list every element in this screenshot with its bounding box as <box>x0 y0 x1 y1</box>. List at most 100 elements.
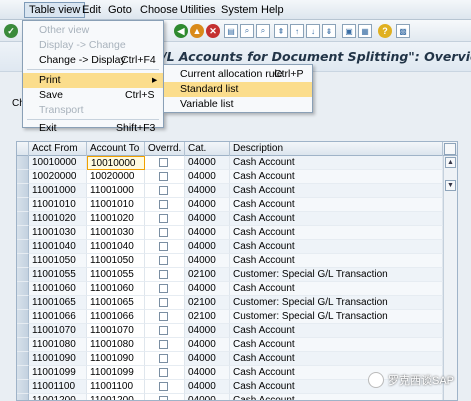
acct-from-cell[interactable]: 11001055 <box>29 268 87 282</box>
account-to-cell[interactable]: 10010000 <box>87 156 145 170</box>
table-row[interactable]: 11001030 11001030 04000 Cash Account <box>17 226 443 240</box>
shortcut-icon[interactable]: ▦ <box>358 24 372 38</box>
row-selector[interactable] <box>17 380 29 394</box>
account-to-cell[interactable]: 11001070 <box>87 324 145 338</box>
menu-item-transport[interactable]: Transport <box>23 103 163 118</box>
acct-from-cell[interactable]: 11001030 <box>29 226 87 240</box>
menu-item-exit[interactable]: Exit Shift+F3 <box>23 121 163 136</box>
vertical-scrollbar[interactable]: ▲ ▼ <box>443 156 457 400</box>
category-cell[interactable]: 02100 <box>185 268 230 282</box>
find-icon[interactable]: ⌕ <box>240 24 254 38</box>
category-cell[interactable]: 04000 <box>185 394 230 400</box>
override-checkbox[interactable] <box>159 368 168 377</box>
menu-edit[interactable]: Edit <box>78 2 105 18</box>
column-header-cat[interactable]: Cat. <box>185 142 230 156</box>
account-to-cell[interactable]: 11001090 <box>87 352 145 366</box>
acct-from-cell[interactable]: 11001040 <box>29 240 87 254</box>
override-checkbox[interactable] <box>159 396 168 400</box>
menu-item-save[interactable]: Save Ctrl+S <box>23 88 163 103</box>
row-selector[interactable] <box>17 282 29 296</box>
override-checkbox[interactable] <box>159 382 168 391</box>
row-selector[interactable] <box>17 338 29 352</box>
category-cell[interactable]: 04000 <box>185 170 230 184</box>
account-to-cell[interactable]: 11001080 <box>87 338 145 352</box>
override-checkbox[interactable] <box>159 214 168 223</box>
exit-icon[interactable]: ▲ <box>190 24 204 38</box>
override-checkbox[interactable] <box>159 242 168 251</box>
submenu-item-standard-list[interactable]: Standard list <box>164 82 312 97</box>
menu-table-view[interactable]: Table view <box>24 2 86 18</box>
account-to-cell[interactable]: 11001000 <box>87 184 145 198</box>
menu-item-change-display[interactable]: Change -> Display Ctrl+F4 <box>23 53 163 68</box>
table-row[interactable]: 11001040 11001040 04000 Cash Account <box>17 240 443 254</box>
override-checkbox[interactable] <box>159 256 168 265</box>
table-row[interactable]: 11001066 11001066 02100 Customer: Special G… <box>17 310 443 324</box>
acct-from-cell[interactable]: 11001070 <box>29 324 87 338</box>
override-checkbox[interactable] <box>159 270 168 279</box>
acct-from-cell[interactable]: 11001065 <box>29 296 87 310</box>
category-cell[interactable]: 04000 <box>185 282 230 296</box>
row-selector[interactable] <box>17 394 29 400</box>
account-to-cell[interactable]: 11001050 <box>87 254 145 268</box>
table-row[interactable]: 11001010 11001010 04000 Cash Account <box>17 198 443 212</box>
row-selector[interactable] <box>17 198 29 212</box>
row-selector[interactable] <box>17 156 29 170</box>
category-cell[interactable]: 04000 <box>185 366 230 380</box>
table-row[interactable]: 11001060 11001060 04000 Cash Account <box>17 282 443 296</box>
submenu-item-current-allocation-rule[interactable]: Current allocation rule Ctrl+P <box>164 67 312 82</box>
table-row[interactable]: 11001080 11001080 04000 Cash Account <box>17 338 443 352</box>
last-page-icon[interactable]: ⇟ <box>322 24 336 38</box>
row-selector[interactable] <box>17 366 29 380</box>
category-cell[interactable]: 04000 <box>185 212 230 226</box>
override-checkbox[interactable] <box>159 158 168 167</box>
category-cell[interactable]: 02100 <box>185 296 230 310</box>
category-cell[interactable]: 02100 <box>185 310 230 324</box>
menu-utilities[interactable]: Utilities <box>176 2 219 18</box>
table-row[interactable]: 11001090 11001090 04000 Cash Account <box>17 352 443 366</box>
row-selector[interactable] <box>17 240 29 254</box>
category-cell[interactable]: 04000 <box>185 380 230 394</box>
table-row[interactable]: 11001055 11001055 02100 Customer: Special G… <box>17 268 443 282</box>
account-to-cell[interactable]: 11001200 <box>87 394 145 400</box>
acct-from-cell[interactable]: 11001020 <box>29 212 87 226</box>
account-to-cell[interactable]: 11001099 <box>87 366 145 380</box>
override-checkbox[interactable] <box>159 340 168 349</box>
category-cell[interactable]: 04000 <box>185 226 230 240</box>
menu-help[interactable]: Help <box>257 2 288 18</box>
scroll-down-icon[interactable]: ▼ <box>445 180 456 191</box>
acct-from-cell[interactable]: 10010000 <box>29 156 87 170</box>
account-to-cell[interactable]: 11001030 <box>87 226 145 240</box>
category-cell[interactable]: 04000 <box>185 338 230 352</box>
row-selector[interactable] <box>17 352 29 366</box>
table-row[interactable]: 11001020 11001020 04000 Cash Account <box>17 212 443 226</box>
select-all-column[interactable] <box>17 142 29 156</box>
next-page-icon[interactable]: ↓ <box>306 24 320 38</box>
acct-from-cell[interactable]: 11001000 <box>29 184 87 198</box>
column-header-account-to[interactable]: Account To <box>87 142 145 156</box>
table-row[interactable]: 11001050 11001050 04000 Cash Account <box>17 254 443 268</box>
first-page-icon[interactable]: ⇞ <box>274 24 288 38</box>
submenu-item-variable-list[interactable]: Variable list <box>164 97 312 112</box>
override-checkbox[interactable] <box>159 284 168 293</box>
acct-from-cell[interactable]: 10020000 <box>29 170 87 184</box>
override-checkbox[interactable] <box>159 172 168 181</box>
column-header-description[interactable]: Description <box>230 142 443 156</box>
menu-item-other-view[interactable]: Other view <box>23 23 163 38</box>
table-row[interactable]: 11001070 11001070 04000 Cash Account <box>17 324 443 338</box>
category-cell[interactable]: 04000 <box>185 184 230 198</box>
customize-layout-icon[interactable]: ▩ <box>396 24 410 38</box>
acct-from-cell[interactable]: 11001200 <box>29 394 87 400</box>
menu-item-display-change[interactable]: Display -> Change <box>23 38 163 53</box>
override-checkbox[interactable] <box>159 298 168 307</box>
column-header-acct-from[interactable]: Acct From <box>29 142 87 156</box>
row-selector[interactable] <box>17 296 29 310</box>
account-to-cell[interactable]: 11001020 <box>87 212 145 226</box>
override-checkbox[interactable] <box>159 326 168 335</box>
menu-item-print[interactable]: Print ▸ <box>23 73 163 88</box>
acct-from-cell[interactable]: 11001100 <box>29 380 87 394</box>
override-checkbox[interactable] <box>159 200 168 209</box>
print-icon[interactable]: ▤ <box>224 24 238 38</box>
table-settings-icon[interactable] <box>444 143 456 155</box>
find-next-icon[interactable]: ⌕ <box>256 24 270 38</box>
override-checkbox[interactable] <box>159 186 168 195</box>
